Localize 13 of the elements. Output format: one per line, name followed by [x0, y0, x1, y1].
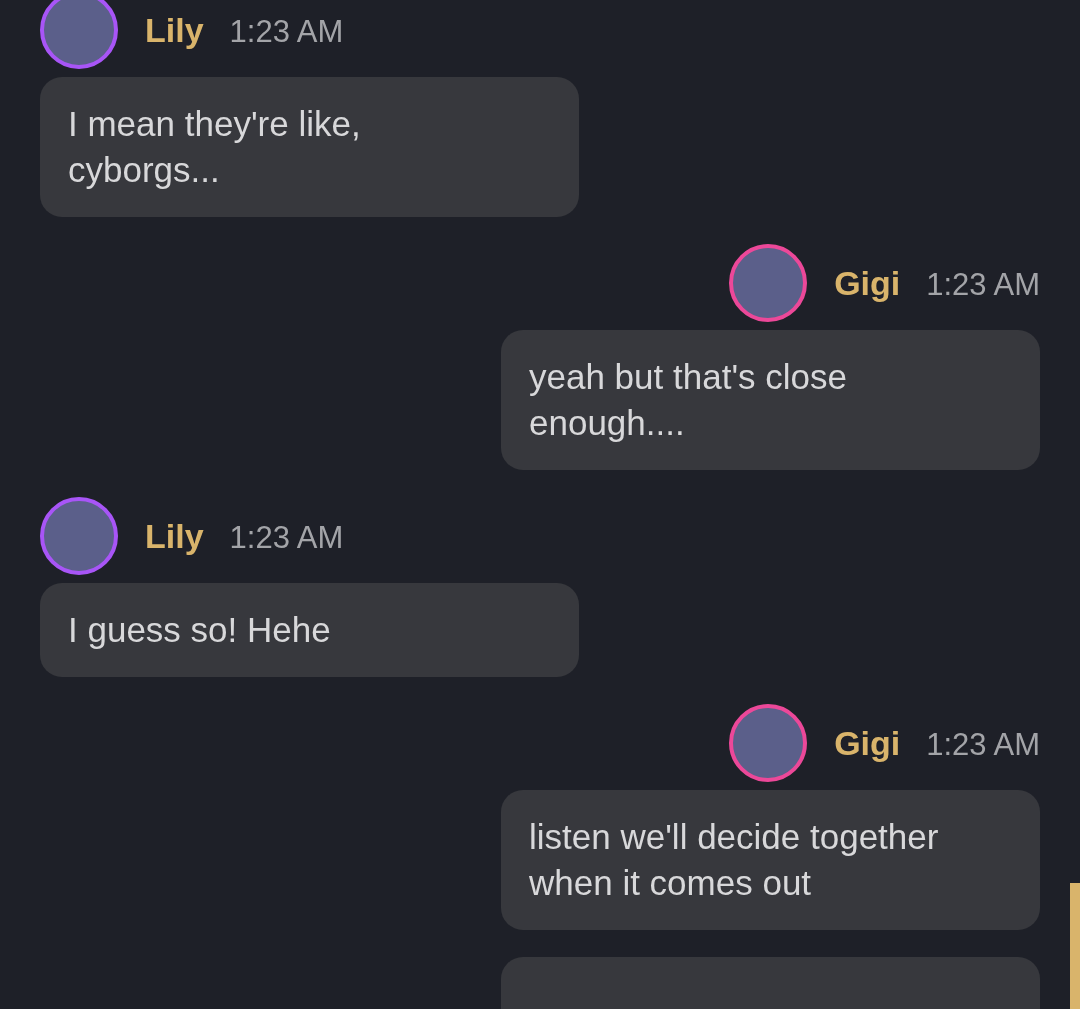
- author-name: Gigi: [834, 722, 901, 764]
- message-time: 1:23 AM: [926, 725, 1040, 764]
- message-bubble: listen we'll decide together when it comes out: [501, 790, 1040, 930]
- message-time: 1:23 AM: [926, 265, 1040, 304]
- message-time: 1:23 AM: [229, 12, 344, 51]
- message-bubble: I guess so! Hehe: [40, 583, 579, 677]
- message-time: 1:23 AM: [229, 518, 344, 557]
- author-name: Lily: [145, 9, 204, 51]
- message-bubble: I mean they're like, cyborgs...: [40, 77, 579, 217]
- author-name: Gigi: [834, 262, 901, 304]
- author-name: Lily: [145, 515, 204, 557]
- scroll-thumb[interactable]: [1070, 883, 1080, 1009]
- message-bubble: yeah but that's close enough....: [501, 330, 1040, 470]
